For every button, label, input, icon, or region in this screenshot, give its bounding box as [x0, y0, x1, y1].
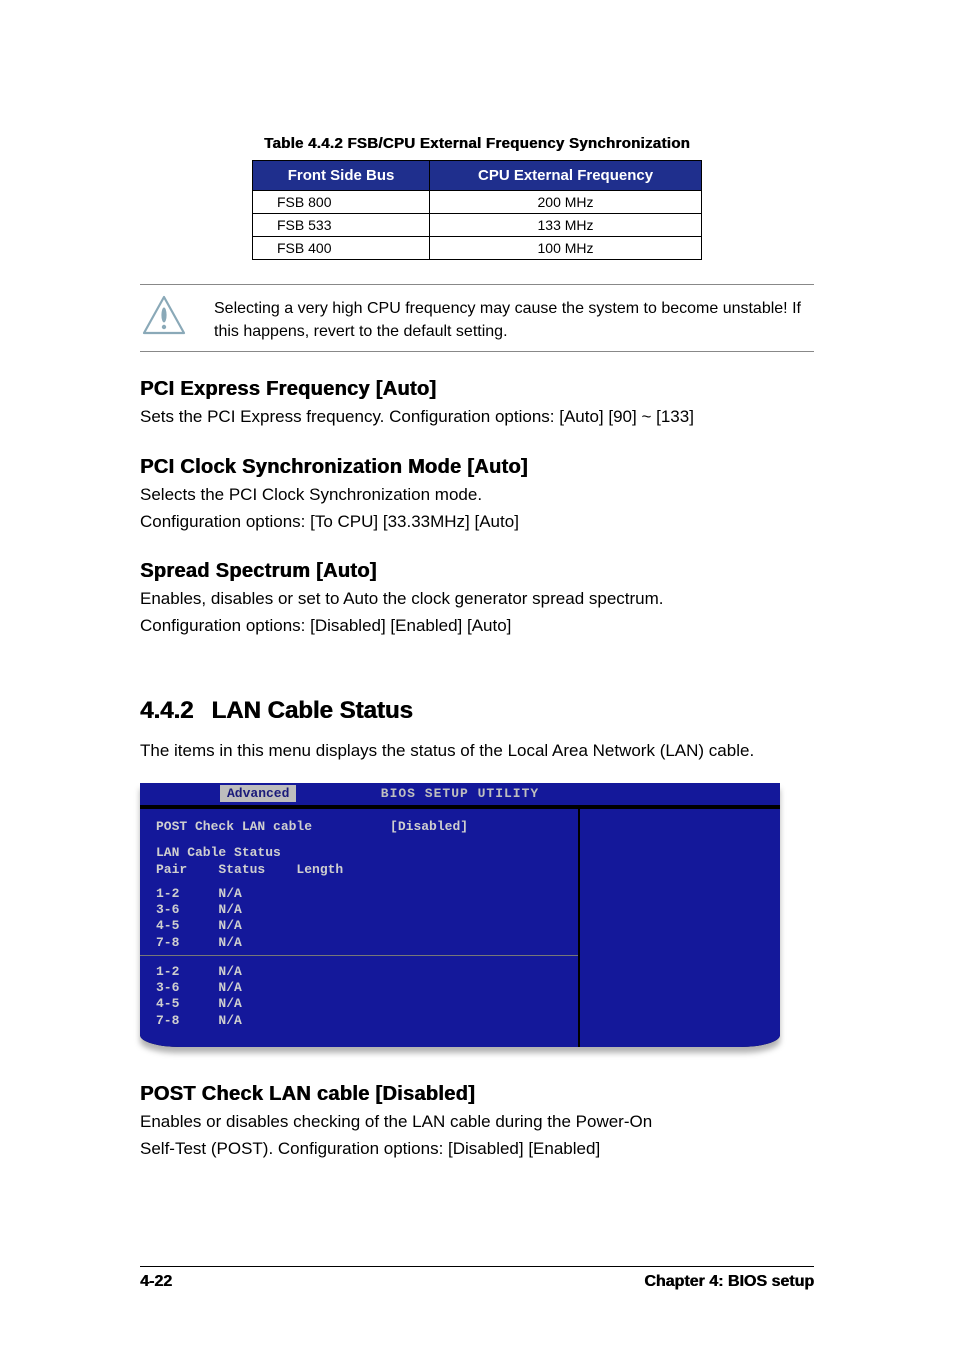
table-row: FSB 400 100 MHz: [253, 237, 702, 260]
bios-columns: Pair Status Length: [156, 862, 562, 878]
desc-post-check-2: Self-Test (POST). Configuration options:…: [140, 1137, 814, 1162]
bios-pair-row: 1-2 N/A: [156, 886, 562, 902]
desc-post-check-1: Enables or disables checking of the LAN …: [140, 1110, 814, 1135]
bios-left-pane: POST Check LAN cable [Disabled] LAN Cabl…: [140, 809, 580, 1047]
bios-pair-row: 3-6 N/A: [156, 902, 562, 918]
freq-sync-table: Front Side Bus CPU External Frequency FS…: [252, 160, 702, 260]
section-title: LAN Cable Status: [211, 697, 412, 724]
bios-pair-row: 1-2 N/A: [156, 964, 562, 980]
desc-pci-clock-2: Configuration options: [To CPU] [33.33MH…: [140, 510, 814, 535]
bios-separator: [140, 955, 578, 956]
bios-pair-row: 7-8 N/A: [156, 935, 562, 951]
heading-post-check: POST Check LAN cable [Disabled]: [140, 1083, 814, 1106]
bios-tabbar: BIOS SETUP UTILITY Advanced: [140, 783, 780, 807]
bios-block-1: 1-2 N/A 3-6 N/A 4-5 N/A 7-8 N/A: [156, 884, 562, 951]
bios-tab-advanced[interactable]: Advanced: [220, 785, 296, 802]
bios-screenshot-wrap: BIOS SETUP UTILITY Advanced POST Check L…: [140, 783, 814, 1047]
bios-right-pane: [580, 809, 780, 1047]
table-row: FSB 533 133 MHz: [253, 214, 702, 237]
bios-body: POST Check LAN cable [Disabled] LAN Cabl…: [140, 807, 780, 1047]
bios-pair-row: 7-8 N/A: [156, 1013, 562, 1029]
warning-note: Selecting a very high CPU frequency may …: [140, 284, 814, 352]
desc-spread-2: Configuration options: [Disabled] [Enabl…: [140, 614, 814, 639]
table-row: FSB 800 200 MHz: [253, 191, 702, 214]
page-footer: 4-22 Chapter 4: BIOS setup: [140, 1266, 814, 1291]
page-number: 4-22: [140, 1273, 172, 1291]
page-content: Table 4.4.2 FSB/CPU External Frequency S…: [140, 135, 814, 1163]
table-caption: Table 4.4.2 FSB/CPU External Frequency S…: [140, 135, 814, 152]
table-header-fsb: Front Side Bus: [253, 161, 430, 191]
bios-pair-row: 3-6 N/A: [156, 980, 562, 996]
section-intro: The items in this menu displays the stat…: [140, 739, 814, 764]
bios-screenshot: BIOS SETUP UTILITY Advanced POST Check L…: [140, 783, 780, 1047]
bios-block-2: 1-2 N/A 3-6 N/A 4-5 N/A 7-8 N/A: [156, 962, 562, 1029]
desc-spread-1: Enables, disables or set to Auto the clo…: [140, 587, 814, 612]
cell-freq: 200 MHz: [430, 191, 702, 214]
desc-pci-clock-1: Selects the PCI Clock Synchronization mo…: [140, 483, 814, 508]
heading-spread-spectrum: Spread Spectrum [Auto]: [140, 560, 814, 583]
cell-fsb: FSB 533: [253, 214, 430, 237]
warning-icon: [140, 293, 188, 341]
cell-freq: 100 MHz: [430, 237, 702, 260]
section-number: 4.4.2: [140, 697, 193, 724]
chapter-label: Chapter 4: BIOS setup: [644, 1273, 814, 1291]
desc-pci-express: Sets the PCI Express frequency. Configur…: [140, 405, 814, 430]
cell-fsb: FSB 400: [253, 237, 430, 260]
section-heading: 4.4.2 LAN Cable Status: [140, 697, 814, 725]
bios-pair-row: 4-5 N/A: [156, 996, 562, 1012]
cell-fsb: FSB 800: [253, 191, 430, 214]
heading-pci-clock: PCI Clock Synchronization Mode [Auto]: [140, 456, 814, 479]
bios-item-post-check[interactable]: POST Check LAN cable [Disabled]: [156, 819, 562, 835]
table-header-cpu: CPU External Frequency: [430, 161, 702, 191]
warning-text: Selecting a very high CPU frequency may …: [214, 293, 814, 343]
heading-pci-express: PCI Express Frequency [Auto]: [140, 378, 814, 401]
manual-page: Table 4.4.2 FSB/CPU External Frequency S…: [0, 0, 954, 1351]
bios-group-label: LAN Cable Status: [156, 845, 562, 861]
cell-freq: 133 MHz: [430, 214, 702, 237]
bios-pair-row: 4-5 N/A: [156, 918, 562, 934]
